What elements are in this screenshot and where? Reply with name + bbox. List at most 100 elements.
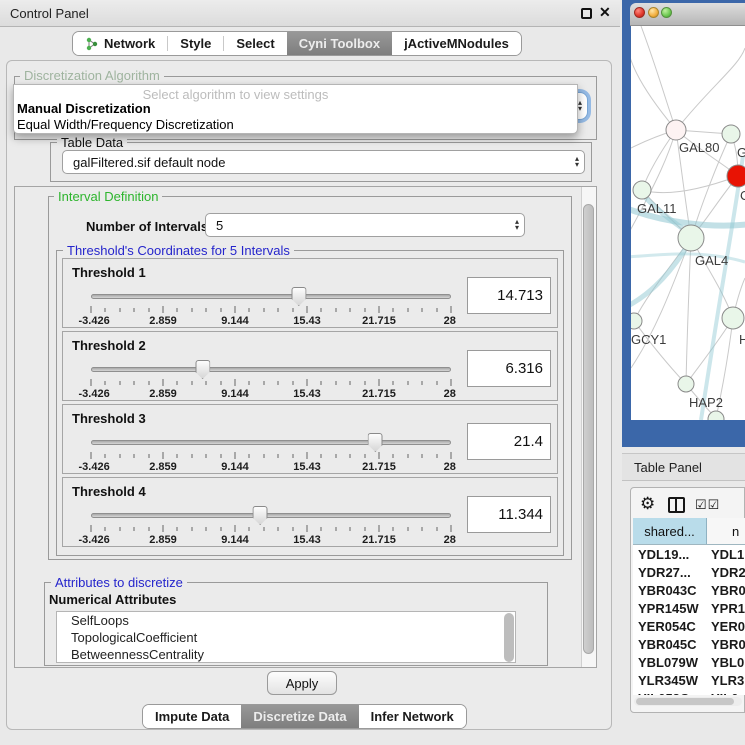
table-header-shared[interactable]: shared... (633, 518, 707, 544)
slider-handle[interactable] (368, 433, 383, 452)
node-attribute-table[interactable]: shared... n YDL19...YDL1YDR27...YDR2YBR0… (633, 518, 745, 695)
tick-mark (350, 527, 351, 531)
threshold-value-field[interactable]: 21.4 (467, 423, 551, 460)
threshold-slider[interactable]: -3.4262.8599.14415.4321.71528 (91, 508, 451, 542)
tick-label: 9.144 (221, 534, 249, 546)
number-of-intervals-value: 5 (216, 218, 223, 233)
table-cell-name: YBR0 (707, 637, 745, 652)
algorithm-option[interactable]: Manual Discretization (17, 101, 151, 116)
tick-mark (451, 525, 452, 532)
network-window-titlebar[interactable] (630, 3, 745, 26)
tab-select[interactable]: Select (224, 32, 286, 55)
close-panel-icon[interactable]: ✕ (599, 4, 611, 21)
tab-label: Select (236, 36, 274, 51)
thresholds-group-title: Threshold's Coordinates for 5 Intervals (63, 243, 294, 258)
bottom-tab-impute-data[interactable]: Impute Data (143, 705, 241, 728)
table-cell-shared-name: YBR043C (633, 583, 707, 598)
network-node[interactable] (722, 125, 740, 143)
network-node[interactable] (722, 307, 744, 329)
algorithm-option[interactable]: Equal Width/Frequency Discretization (17, 117, 234, 132)
table-cell-name: YBL0 (707, 655, 745, 670)
float-window-icon[interactable] (581, 8, 592, 19)
threshold-slider[interactable]: -3.4262.8599.14415.4321.71528 (91, 362, 451, 396)
attribute-list-item[interactable]: TopologicalCoefficient (57, 629, 515, 646)
algorithm-dropdown-popup: Select algorithm to view settings Manual… (13, 84, 578, 134)
slider-track[interactable] (91, 513, 451, 518)
table-row[interactable]: YDL19...YDL1 (633, 545, 745, 563)
zoom-window-icon[interactable] (661, 7, 672, 18)
slider-handle[interactable] (195, 360, 210, 379)
network-icon (85, 37, 99, 51)
table-cell-name: YER0 (707, 619, 745, 634)
table-row[interactable]: YDR27...YDR2 (633, 563, 745, 581)
threshold-value-field[interactable]: 11.344 (467, 496, 551, 533)
slider-track[interactable] (91, 367, 451, 372)
list-scrollbar-thumb[interactable] (504, 613, 514, 662)
tick-mark (436, 381, 437, 385)
bottom-tab-label: Impute Data (155, 709, 229, 724)
table-row[interactable]: YLR345WYLR3 (633, 671, 745, 689)
tab-network[interactable]: Network (73, 32, 167, 55)
tab-label: jActiveMNodules (404, 36, 509, 51)
horizontal-scrollbar-thumb[interactable] (636, 698, 734, 705)
network-node[interactable] (633, 181, 651, 199)
minimize-window-icon[interactable] (648, 7, 659, 18)
tick-mark (119, 381, 120, 385)
network-node[interactable] (678, 225, 704, 251)
network-node[interactable] (678, 376, 694, 392)
tick-mark (350, 381, 351, 385)
table-row[interactable]: YPR145WYPR1 (633, 599, 745, 617)
attribute-list-item[interactable]: SelfLoops (57, 612, 515, 629)
tick-mark (436, 454, 437, 458)
table-row[interactable]: YBL079WYBL0 (633, 653, 745, 671)
threshold-slider[interactable]: -3.4262.8599.14415.4321.71528 (91, 435, 451, 469)
threshold-value-field[interactable]: 14.713 (467, 277, 551, 314)
tick-mark (177, 527, 178, 531)
table-header-name[interactable]: n (707, 518, 745, 544)
horizontal-scrollbar-track[interactable] (634, 697, 742, 706)
split-column-icon[interactable] (668, 497, 685, 513)
threshold-slider[interactable]: -3.4262.8599.14415.4321.71528 (91, 289, 451, 323)
tick-label: 2.859 (149, 534, 177, 546)
tick-mark (263, 381, 264, 385)
slider-track[interactable] (91, 440, 451, 445)
tick-mark (393, 454, 394, 458)
numerical-attributes-list[interactable]: SelfLoopsTopologicalCoefficientBetweenne… (56, 611, 516, 663)
threshold-value-field[interactable]: 6.316 (467, 350, 551, 387)
tick-mark (379, 306, 380, 313)
number-of-intervals-combobox[interactable]: 5 ▴▾ (205, 213, 525, 237)
network-node[interactable] (631, 313, 642, 329)
bottom-tab-discretize-data[interactable]: Discretize Data (241, 705, 358, 728)
gear-icon[interactable]: ⚙ (640, 494, 655, 514)
vertical-scrollbar-thumb[interactable] (583, 204, 594, 654)
network-node[interactable] (727, 165, 745, 187)
slider-tick-labels: -3.4262.8599.14415.4321.71528 (91, 315, 451, 327)
network-view-canvas[interactable]: GAL80GCGAL11GAL4GCY1HHAP2 (631, 26, 745, 420)
attribute-list-item[interactable]: BetweennessCentrality (57, 646, 515, 663)
tick-mark (191, 527, 192, 531)
tick-mark (379, 525, 380, 532)
table-row[interactable]: YIL052CYIL0 (633, 689, 745, 695)
tick-mark (335, 454, 336, 458)
table-row[interactable]: YER054CYER0 (633, 617, 745, 635)
network-node[interactable] (666, 120, 686, 140)
slider-handle[interactable] (291, 287, 306, 306)
table-row[interactable]: YBR043CYBR0 (633, 581, 745, 599)
tick-mark (119, 308, 120, 312)
control-panel-titlebar[interactable]: Control Panel ✕ (0, 0, 620, 27)
slider-handle[interactable] (253, 506, 268, 525)
close-window-icon[interactable] (634, 7, 645, 18)
tick-label: 28 (444, 388, 456, 400)
tab-cyni-toolbox[interactable]: Cyni Toolbox (287, 32, 392, 55)
tab-jactivemnodules[interactable]: jActiveMNodules (392, 32, 521, 55)
checkbox-checked-icons[interactable]: ☑☑ (695, 497, 720, 513)
slider-track[interactable] (91, 294, 451, 299)
bottom-tab-infer-network[interactable]: Infer Network (359, 705, 466, 728)
table-data-combobox[interactable]: galFiltered.sif default node ▴▾ (62, 150, 585, 174)
tab-style[interactable]: Style (168, 32, 223, 55)
table-row[interactable]: YBR045CYBR0 (633, 635, 745, 653)
apply-button[interactable]: Apply (267, 671, 337, 695)
tick-mark (148, 454, 149, 458)
tick-mark (321, 381, 322, 385)
table-panel-titlebar[interactable]: Table Panel (622, 453, 745, 481)
